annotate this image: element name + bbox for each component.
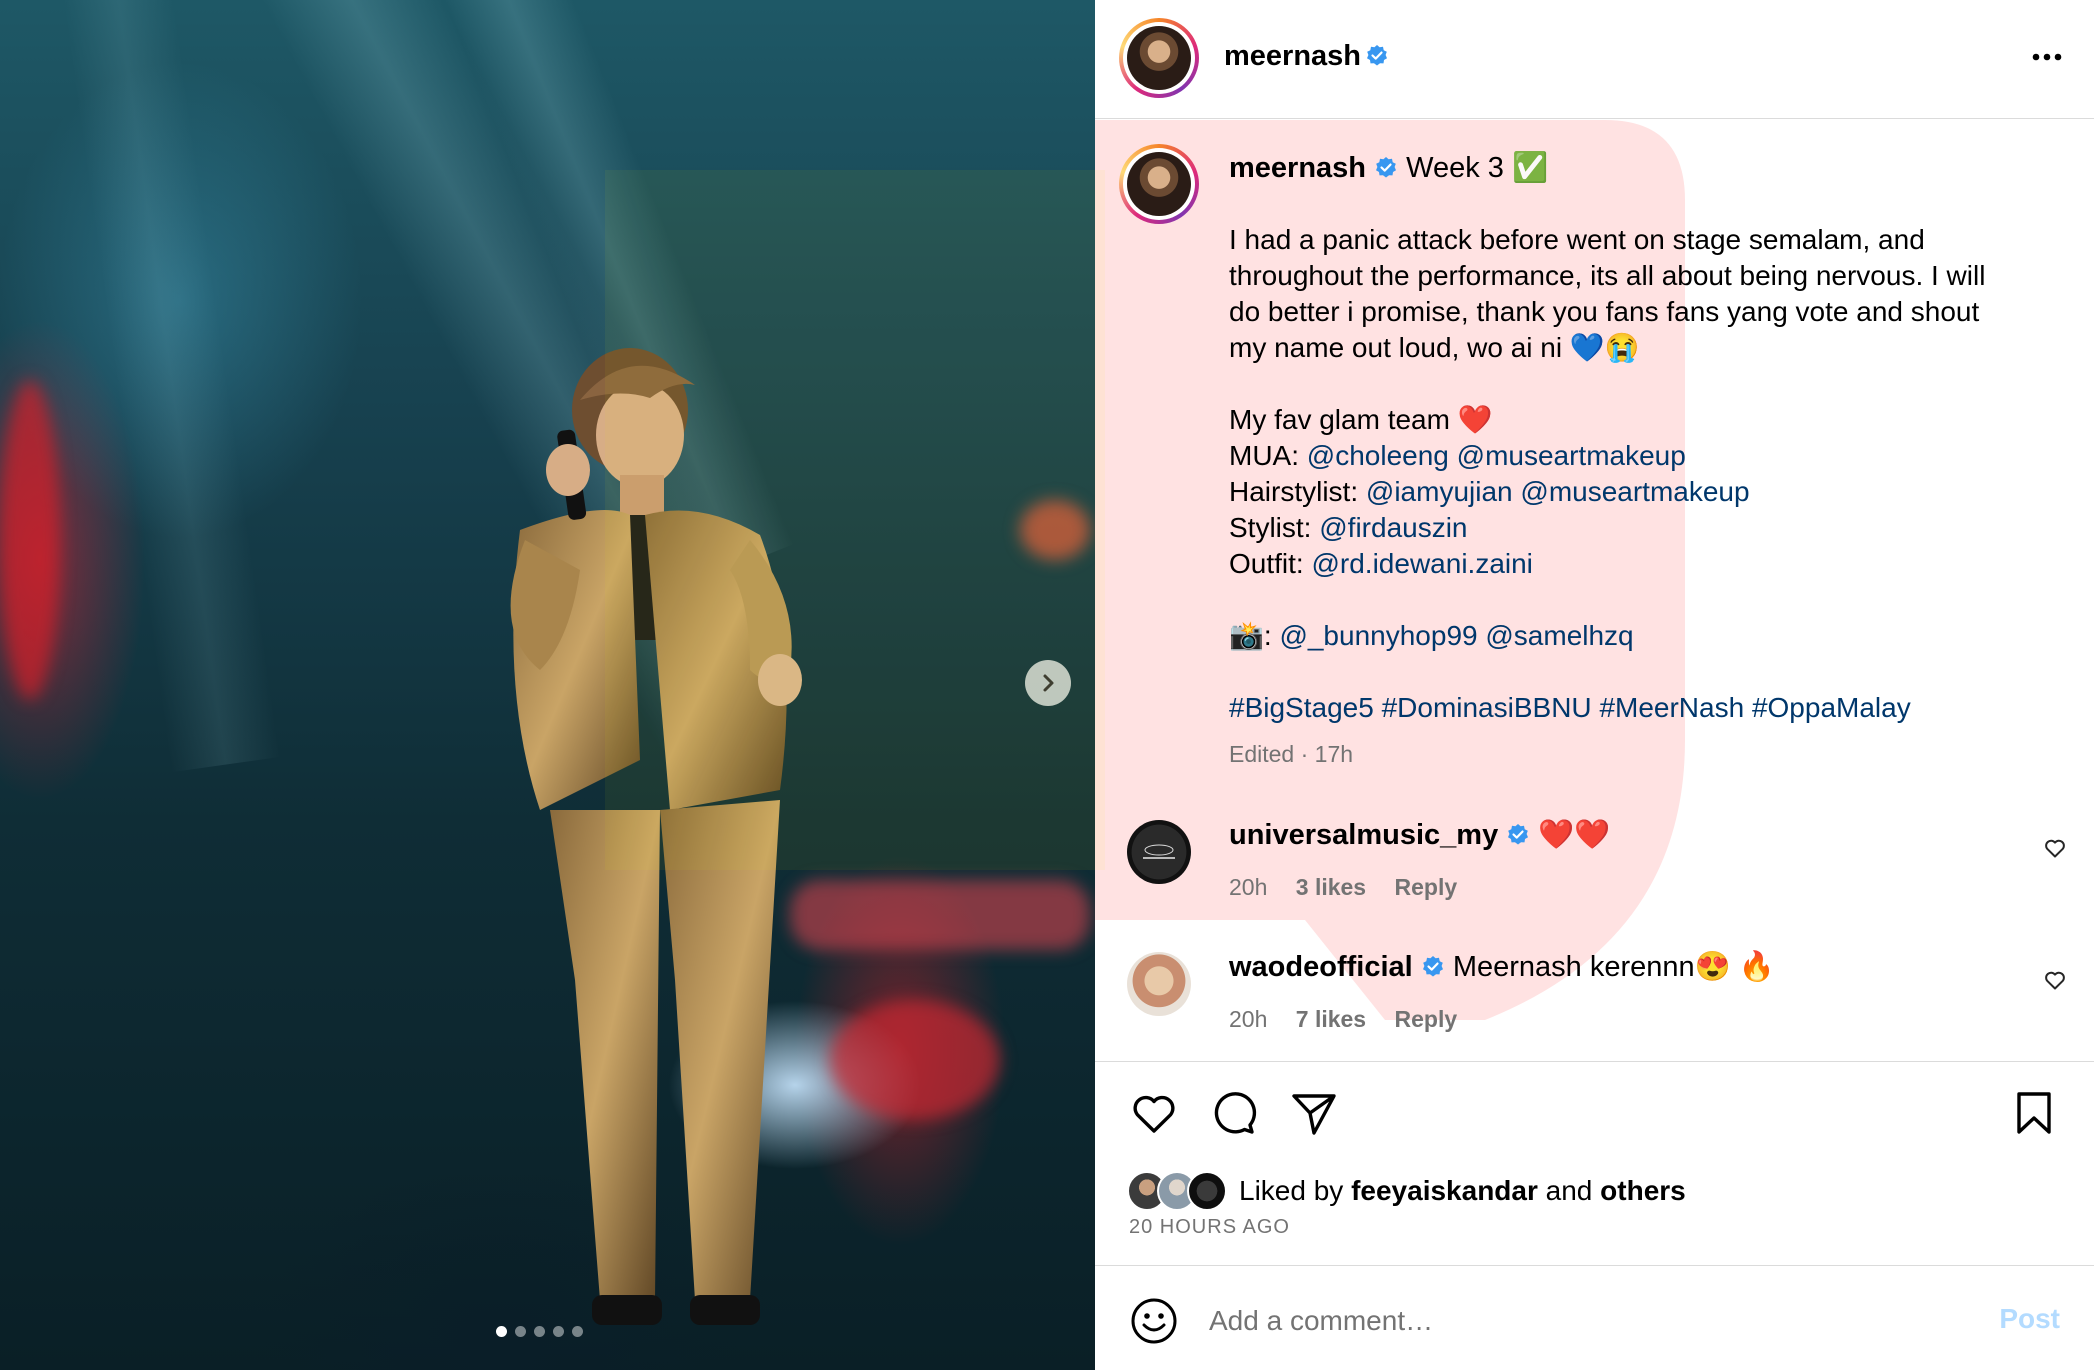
caption-line: do better i promise, thank you fans fans… xyxy=(1229,296,1980,327)
post-panel: meernash meernash Week 3 ✅ I had a panic… xyxy=(605,0,2094,1370)
hashtag-link[interactable]: #MeerNash xyxy=(1599,692,1744,723)
carousel-dot xyxy=(553,1326,564,1337)
caption-line: I had a panic attack before went on stag… xyxy=(1229,224,1925,255)
emoji-icon[interactable] xyxy=(1129,1296,1179,1346)
liked-by-prefix: Liked by xyxy=(1239,1175,1344,1206)
post-actions xyxy=(1129,1088,2059,1138)
heart-icon[interactable] xyxy=(1129,1088,1179,1138)
author-avatar[interactable] xyxy=(1119,18,1199,98)
carousel-dot xyxy=(534,1326,545,1337)
liked-by-conj: and xyxy=(1545,1175,1593,1206)
bookmark-icon[interactable] xyxy=(2009,1088,2059,1138)
mention-link[interactable]: @museartmakeup xyxy=(1520,476,1749,507)
liked-by-user[interactable]: feeyaiskandar xyxy=(1351,1175,1538,1206)
verified-badge-icon xyxy=(1367,45,1388,66)
carousel-indicator xyxy=(496,1326,583,1337)
credit-label: MUA: xyxy=(1229,440,1299,471)
share-icon[interactable] xyxy=(1289,1088,1339,1138)
hashtag-link[interactable]: #DominasiBBNU xyxy=(1382,692,1592,723)
caption-author-username[interactable]: meernash xyxy=(1229,152,1366,184)
verified-badge-icon xyxy=(1422,956,1443,977)
comment-reply-button[interactable]: Reply xyxy=(1395,1006,1458,1032)
comment-item: waodeofficial Meernash kerennn😍 🔥 20h 7 … xyxy=(1127,950,2067,1050)
comment-reply-button[interactable]: Reply xyxy=(1395,874,1458,900)
caption-line: throughout the performance, its all abou… xyxy=(1229,260,1986,291)
chevron-right-icon xyxy=(1043,674,1054,692)
comment-like-heart-icon[interactable] xyxy=(2043,968,2067,992)
credit-hairstylist: Hairstylist: @iamyujian @museartmakeup xyxy=(1229,474,2029,510)
singer-figure xyxy=(510,348,802,1325)
mention-link[interactable]: @iamyujian xyxy=(1366,476,1513,507)
liked-by-others[interactable]: others xyxy=(1600,1175,1686,1206)
credit-label: Stylist: xyxy=(1229,512,1312,543)
post-header: meernash xyxy=(1095,0,2094,119)
post-caption: meernash Week 3 ✅ I had a panic attack b… xyxy=(1229,150,2029,772)
universal-logo-icon xyxy=(1143,844,1175,859)
verified-badge-icon xyxy=(1376,157,1397,178)
credit-mua: MUA: @choleeng @museartmakeup xyxy=(1229,438,2029,474)
comment-likes[interactable]: 7 likes xyxy=(1296,1006,1366,1032)
camera-label: 📸: xyxy=(1229,620,1272,651)
author-username[interactable]: meernash xyxy=(1224,40,1361,72)
mention-link[interactable]: @museartmakeup xyxy=(1457,440,1686,471)
post-media[interactable] xyxy=(0,0,1095,1370)
credit-outfit: Outfit: @rd.idewani.zaini xyxy=(1229,546,2029,582)
hashtag-link[interactable]: #OppaMalay xyxy=(1752,692,1911,723)
comment-likes[interactable]: 3 likes xyxy=(1296,874,1366,900)
mention-link[interactable]: @_bunnyhop99 xyxy=(1279,620,1477,651)
mention-link[interactable]: @choleeng xyxy=(1307,440,1449,471)
comment-time: 20h xyxy=(1229,1006,1268,1032)
comment-like-heart-icon[interactable] xyxy=(2043,836,2067,860)
comment-time: 20h xyxy=(1229,874,1268,900)
glam-heading: My fav glam team ❤️ xyxy=(1229,404,1493,435)
post-time-ago: 20 HOURS AGO xyxy=(1129,1216,1290,1238)
carousel-next-button[interactable] xyxy=(1025,660,1071,706)
divider xyxy=(1095,1061,2094,1062)
liker-avatar xyxy=(1187,1171,1227,1211)
divider xyxy=(1095,1265,2094,1266)
commenter-avatar[interactable] xyxy=(1127,952,1191,1016)
carousel-dot xyxy=(515,1326,526,1337)
mention-link[interactable]: @samelhzq xyxy=(1485,620,1633,651)
commenter-username[interactable]: universalmusic_my xyxy=(1229,819,1498,851)
mention-link[interactable]: @rd.idewani.zaini xyxy=(1311,548,1532,579)
more-options-icon[interactable] xyxy=(2030,40,2064,74)
comment-text: Meernash kerennn😍 🔥 xyxy=(1452,951,1775,983)
credit-camera: 📸: @_bunnyhop99 @samelhzq xyxy=(1229,618,2029,654)
comment-item: universalmusic_my ❤️❤️ 20h 3 likes Reply xyxy=(1127,818,2067,918)
commenter-avatar[interactable] xyxy=(1127,820,1191,884)
carousel-dot xyxy=(496,1326,507,1337)
post-comment-button[interactable]: Post xyxy=(1999,1303,2060,1335)
caption-line: my name out loud, wo ai ni 💙😭 xyxy=(1229,332,1640,363)
carousel-dot xyxy=(572,1326,583,1337)
comment-icon[interactable] xyxy=(1209,1088,1259,1138)
caption-author-avatar[interactable] xyxy=(1119,144,1199,224)
credit-label: Hairstylist: xyxy=(1229,476,1359,507)
comment-text: ❤️❤️ xyxy=(1538,819,1611,851)
edited-timestamp: Edited · 17h xyxy=(1229,741,1354,767)
verified-badge-icon xyxy=(1508,824,1529,845)
hashtags: #BigStage5 #DominasiBBNU #MeerNash #Oppa… xyxy=(1229,690,2029,726)
commenter-username[interactable]: waodeofficial xyxy=(1229,951,1413,983)
liked-by: Liked by feeyaiskandar and others xyxy=(1127,1170,1686,1212)
credit-label: Outfit: xyxy=(1229,548,1304,579)
add-comment-input[interactable] xyxy=(1207,1300,1951,1342)
caption-title: Week 3 ✅ xyxy=(1406,152,1549,184)
credit-stylist: Stylist: @firdauszin xyxy=(1229,510,2029,546)
mention-link[interactable]: @firdauszin xyxy=(1319,512,1467,543)
hashtag-link[interactable]: #BigStage5 xyxy=(1229,692,1374,723)
